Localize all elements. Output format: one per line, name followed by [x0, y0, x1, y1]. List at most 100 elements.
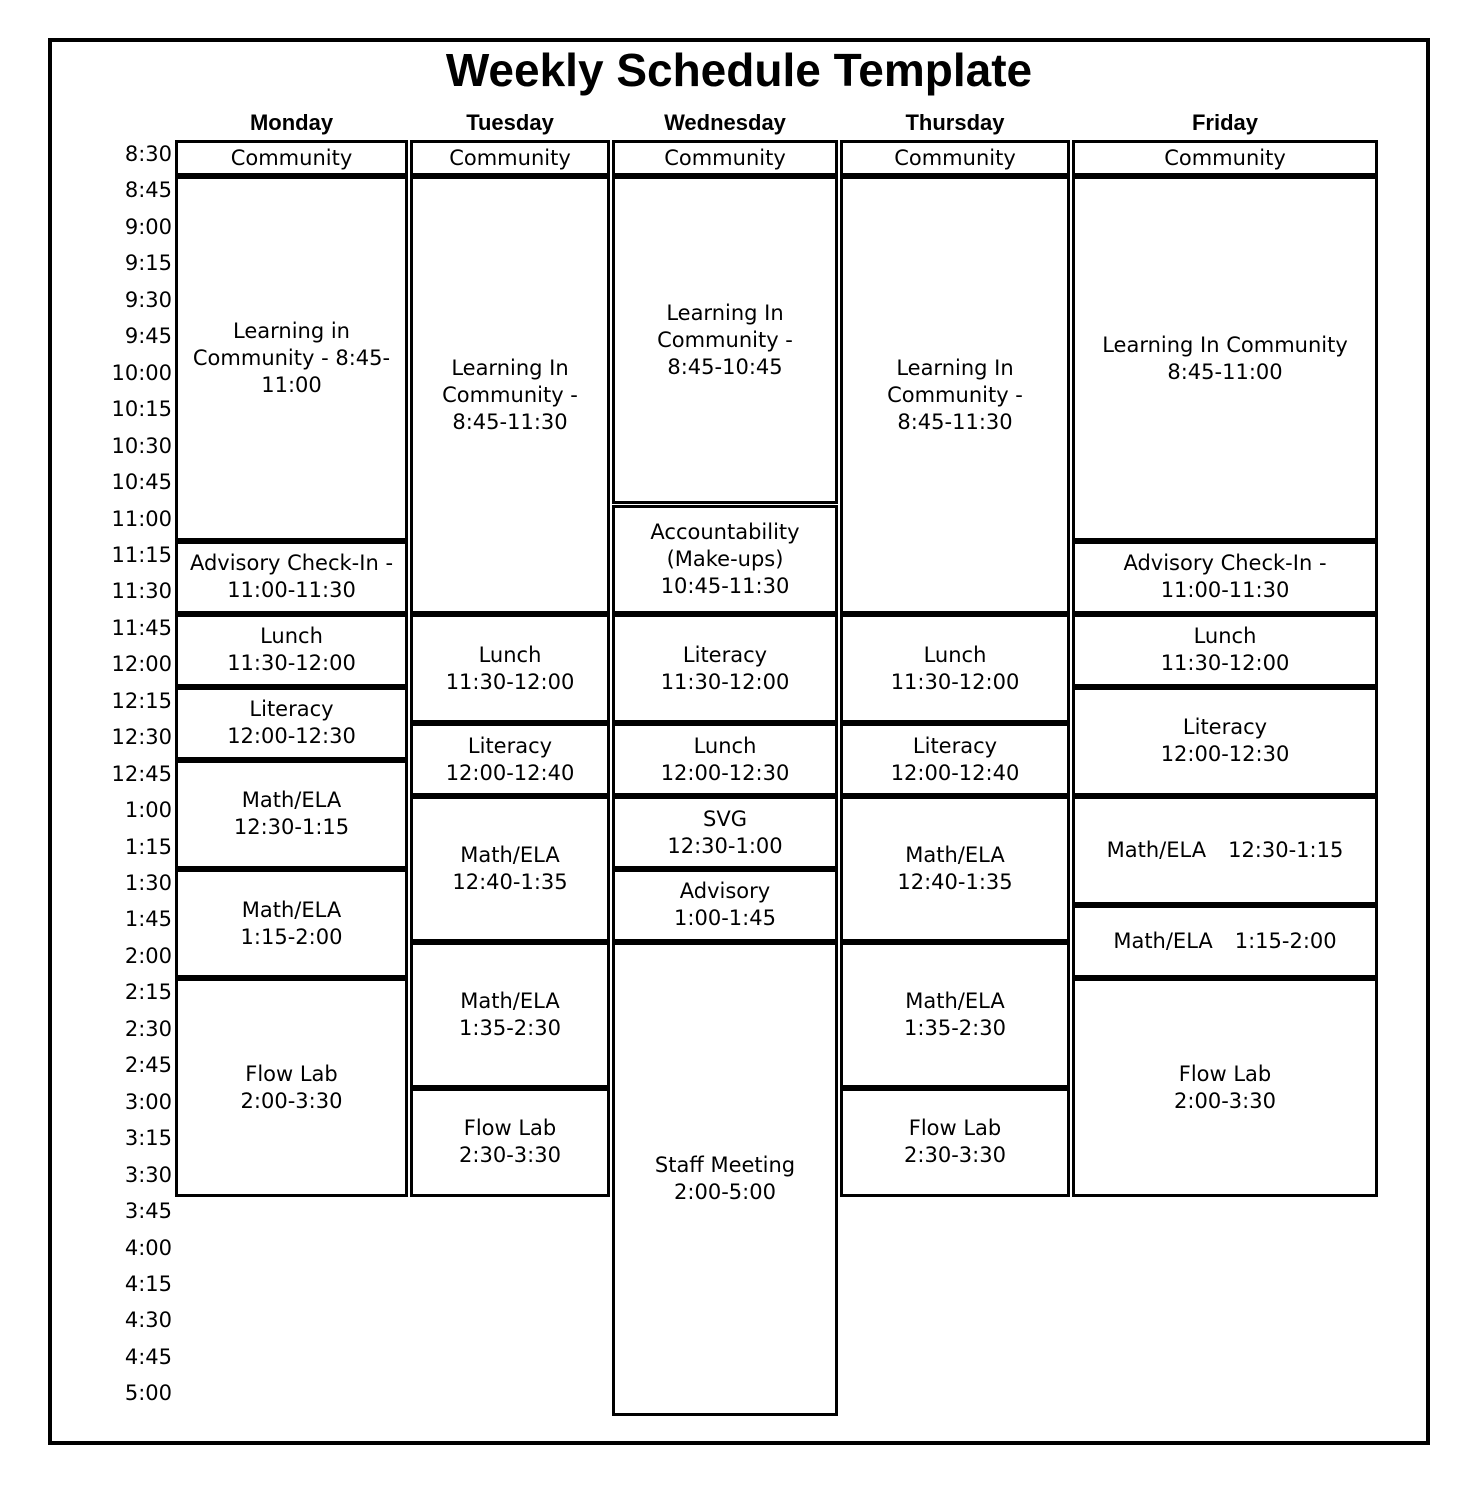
event-thursday-community[interactable]: Community [840, 140, 1070, 177]
event-text-line: 12:00-12:40 [890, 760, 1020, 785]
event-monday-literacy[interactable]: Literacy 12:00-12:30 [175, 686, 408, 760]
time-label: 10:00 [111, 360, 172, 385]
time-label: 2:00 [124, 943, 172, 968]
time-label: 4:15 [124, 1271, 172, 1296]
time-label: 12:30 [111, 725, 172, 750]
event-text-line: Learning In [451, 355, 569, 380]
event-text-line: Community - 8:45- [192, 346, 391, 371]
time-label: 9:15 [124, 251, 172, 276]
event-text-line: Math/ELA [1113, 929, 1213, 954]
event-text-line: 11:30-12:00 [890, 669, 1020, 694]
event-tuesday-learning-in-community[interactable]: Learning In Community -8:45-11:30 [410, 176, 610, 614]
event-text-line: Staff Meeting [654, 1152, 796, 1177]
event-monday-learning-in-community[interactable]: Learning in Community - 8:45- 11:00 [175, 176, 408, 541]
event-text-line: Lunch [260, 624, 323, 649]
event-text-line: 12:00-12:30 [227, 724, 356, 749]
event-friday-lunch[interactable]: Lunch 11:30-12:00 [1072, 613, 1378, 687]
event-text-line: Community [894, 145, 1016, 170]
time-label: 8:45 [124, 178, 172, 203]
event-text-line: 11:30-12:00 [1160, 651, 1290, 676]
event-friday-community[interactable]: Community [1072, 140, 1378, 177]
event-friday-flow-lab[interactable]: Flow Lab 2:00-3:30 [1072, 978, 1378, 1198]
event-friday-math-ela-1[interactable]: Math/ELA 12:30-1:15 [1072, 796, 1378, 906]
event-text-line: 1:35-2:30 [459, 1015, 561, 1040]
event-text-line: Community [230, 145, 353, 170]
event-text-line: Math/ELA [460, 988, 560, 1013]
time-label: 12:45 [111, 761, 172, 786]
day-header-tuesday: Tuesday [466, 110, 554, 135]
event-monday-math-ela-2[interactable]: Math/ELA 1:15-2:00 [175, 869, 408, 979]
event-text-line: SVG [703, 806, 747, 831]
time-label: 4:30 [124, 1308, 172, 1333]
event-thursday-flow-lab[interactable]: Flow Lab 2:30-3:30 [840, 1087, 1070, 1198]
event-text-line: Community [664, 145, 786, 170]
event-thursday-lunch[interactable]: Lunch 11:30-12:00 [840, 613, 1070, 724]
event-text-line: 1:15-2:00 [240, 924, 343, 949]
event-monday-community[interactable]: Community [175, 140, 408, 177]
event-monday-math-ela-1[interactable]: Math/ELA 12:30-1:15 [175, 759, 408, 869]
event-thursday-literacy[interactable]: Literacy 12:00-12:40 [840, 723, 1070, 797]
event-tuesday-community[interactable]: Community [410, 140, 610, 177]
event-wednesday-lunch[interactable]: Lunch 12:00-12:30 [612, 723, 838, 797]
event-wednesday-accountability[interactable]: Accountability (Make-ups) 10:45-11:30 [612, 504, 838, 614]
event-text-line: (Make-ups) [666, 546, 784, 571]
event-text-line: Literacy [467, 733, 553, 758]
time-label: 11:15 [111, 542, 172, 567]
event-monday-lunch[interactable]: Lunch 11:30-12:00 [175, 613, 408, 687]
event-tuesday-literacy[interactable]: Literacy 12:00-12:40 [410, 723, 610, 797]
event-wednesday-literacy[interactable]: Literacy 11:30-12:00 [612, 613, 838, 724]
event-wednesday-community[interactable]: Community [612, 140, 838, 177]
event-text-line: Math/ELA [905, 842, 1005, 867]
time-label: 5:00 [124, 1381, 172, 1406]
event-friday-literacy[interactable]: Literacy 12:00-12:30 [1072, 686, 1378, 797]
event-text-line: 12:30-1:15 [233, 815, 350, 840]
event-text-line: 12:30-1:15 [1228, 838, 1344, 863]
event-text-line: Lunch [478, 642, 542, 667]
event-text-line: Community - [442, 382, 578, 407]
event-text-line: Lunch [1193, 624, 1257, 649]
day-header-friday: Friday [1191, 110, 1259, 135]
event-tuesday-math-ela-1[interactable]: Math/ELA 12:40-1:35 [410, 796, 610, 942]
event-text-line: 2:30-3:30 [904, 1143, 1006, 1168]
event-text-line: Flow Lab [463, 1116, 557, 1141]
event-text-line: Flow Lab [1178, 1061, 1272, 1086]
event-wednesday-staff-meeting[interactable]: Staff Meeting 2:00-5:00 [612, 941, 838, 1416]
event-text-line: 8:45-11:00 [1167, 359, 1283, 384]
time-label: 12:15 [111, 688, 172, 713]
event-tuesday-math-ela-2[interactable]: Math/ELA 1:35-2:30 [410, 941, 610, 1088]
event-text-line: Math/ELA [460, 842, 560, 867]
event-friday-learning-in-community[interactable]: Learning In Community 8:45-11:00 [1072, 176, 1378, 541]
event-monday-flow-lab[interactable]: Flow Lab 2:00-3:30 [175, 978, 408, 1198]
event-text-line: 1:35-2:30 [904, 1015, 1006, 1040]
event-friday-advisory-check-in[interactable]: Advisory Check-In -11:00-11:30 [1072, 540, 1378, 614]
event-wednesday-learning-in-community[interactable]: Learning In Community -8:45-10:45 [612, 176, 838, 505]
event-tuesday-flow-lab[interactable]: Flow Lab 2:30-3:30 [410, 1087, 610, 1198]
event-friday-math-ela-2[interactable]: Math/ELA 1:15-2:00 [1072, 905, 1378, 979]
event-wednesday-svg[interactable]: SVG 12:30-1:00 [612, 796, 838, 869]
event-thursday-math-ela-2[interactable]: Math/ELA 1:35-2:30 [840, 941, 1070, 1088]
event-wednesday-advisory[interactable]: Advisory 1:00-1:45 [612, 869, 838, 942]
event-text-line: 11:00-11:30 [1160, 578, 1290, 603]
event-tuesday-lunch[interactable]: Lunch 11:30-12:00 [410, 613, 610, 724]
event-monday-advisory-check-in[interactable]: Advisory Check-In -11:00-11:30 [175, 540, 408, 614]
event-thursday-learning-in-community[interactable]: Learning In Community -8:45-11:30 [840, 176, 1070, 614]
day-header-monday: Monday [249, 110, 334, 135]
event-text-line: 2:00-3:30 [240, 1088, 343, 1113]
time-label: 4:00 [124, 1235, 172, 1260]
time-label: 1:00 [124, 798, 172, 823]
time-label: 2:15 [124, 980, 172, 1005]
event-text-line: Learning In [666, 300, 784, 325]
schedule-grid: Monday Tuesday Wednesday Thursday Friday 8:3… [0, 0, 1481, 1505]
event-thursday-math-ela-1[interactable]: Math/ELA 12:40-1:35 [840, 796, 1070, 942]
time-label: 11:00 [111, 506, 172, 531]
event-text-line: 8:45-10:45 [667, 354, 783, 379]
event-text-line: 12:00-12:40 [445, 760, 575, 785]
time-label: 9:30 [124, 287, 172, 312]
event-text-line: 2:00-3:30 [1174, 1088, 1276, 1113]
time-label: 8:30 [124, 142, 172, 166]
event-text-line: Community - [657, 327, 793, 352]
event-text-line: Community [449, 145, 571, 170]
event-text-line: Math/ELA [1106, 838, 1207, 863]
event-text-line: Advisory Check-In - [1123, 551, 1327, 576]
event-text-line: 12:40-1:35 [452, 869, 568, 894]
